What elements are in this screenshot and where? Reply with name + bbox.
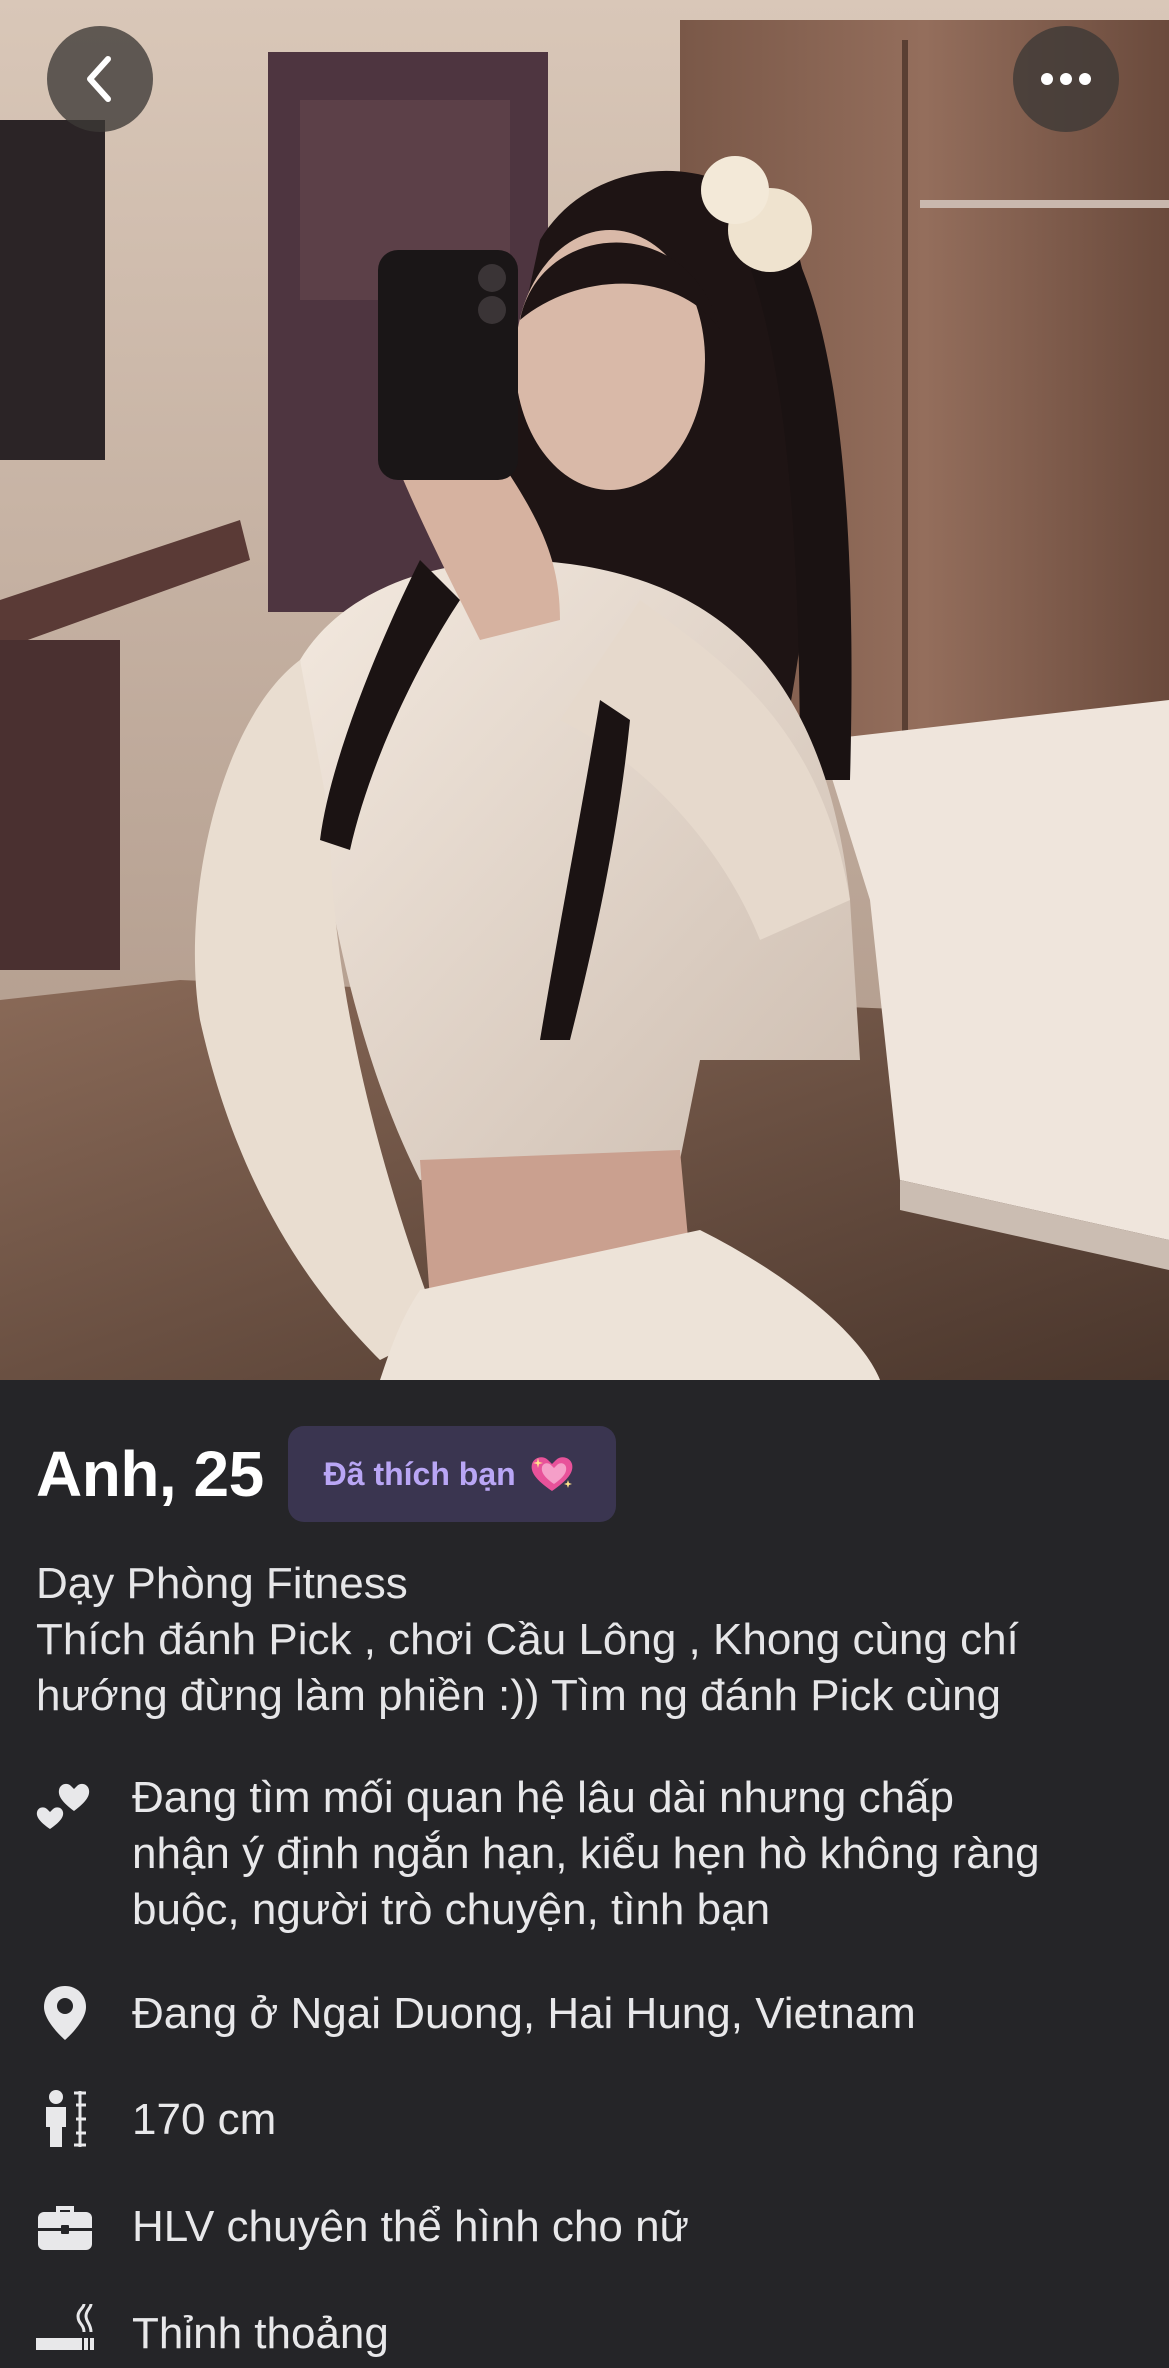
profile-name-age: Anh, 25	[36, 1438, 264, 1510]
height-text: 170 cm	[132, 2095, 277, 2144]
location-text: Đang ở Ngai Duong, Hai Hung, Vietnam	[132, 1989, 916, 2038]
profile-photo[interactable]	[0, 0, 1169, 1380]
profile-photo-image	[0, 0, 1169, 1380]
hearts-icon	[34, 1770, 96, 1832]
relationship-goal-text: Đang tìm mối quan hệ lâu dài nhưng chấp …	[132, 1770, 1152, 1938]
liked-you-badge: Đã thích bạn	[287, 1426, 616, 1522]
bio-line: Thích đánh Pick , chơi Cầu Lông , Khong …	[36, 1615, 1019, 1664]
bio-line: Dạy Phòng Fitness	[36, 1559, 408, 1608]
height-icon	[34, 2088, 96, 2150]
relationship-line: Đang tìm mối quan hệ lâu dài nhưng chấp	[132, 1773, 954, 1822]
more-options-button[interactable]	[1013, 26, 1119, 132]
sparkling-heart-icon	[530, 1454, 574, 1494]
back-button[interactable]	[47, 26, 153, 132]
liked-you-label: Đã thích bạn	[323, 1455, 516, 1492]
relationship-line: nhận ý định ngắn hạn, kiểu hẹn hò không …	[132, 1829, 1040, 1878]
smoking-icon	[34, 2298, 96, 2360]
name-row: Anh, 25 Đã thích bạn	[36, 1426, 616, 1522]
job-text: HLV chuyên thể hình cho nữ	[132, 2202, 690, 2251]
profile-info-panel: Anh, 25 Đã thích bạn Dạy Phòng Fitness T…	[0, 1380, 1169, 2368]
relationship-line: buộc, người trò chuyện, tình bạn	[132, 1885, 771, 1934]
profile-bio: Dạy Phòng Fitness Thích đánh Pick , chơi…	[36, 1556, 1146, 1724]
location-pin-icon	[34, 1982, 96, 2044]
briefcase-icon	[34, 2195, 96, 2257]
ellipsis-icon	[1041, 73, 1091, 85]
smoking-text: Thỉnh thoảng	[132, 2309, 389, 2358]
bio-line: hướng đừng làm phiền :)) Tìm ng đánh Pic…	[36, 1671, 1002, 1720]
chevron-left-icon	[87, 56, 111, 102]
